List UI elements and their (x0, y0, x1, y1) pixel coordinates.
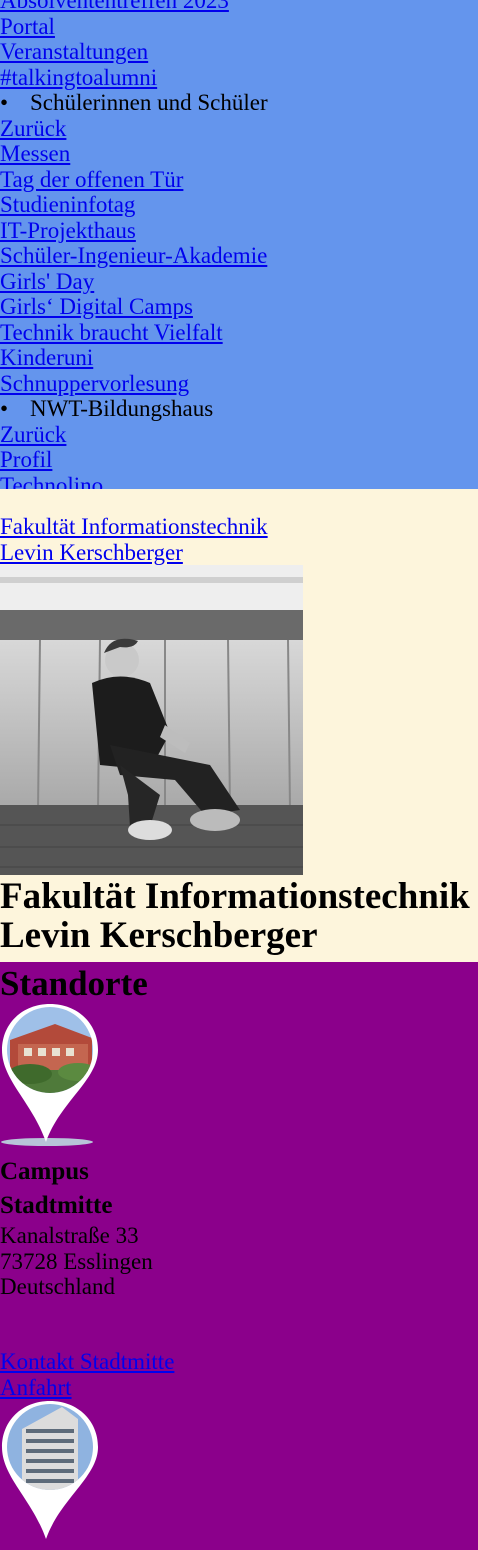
contact-stadtmitte-link[interactable]: Kontakt Stadtmitte (0, 1349, 174, 1375)
bullet-icon: • (0, 90, 9, 115)
breadcrumb: Fakultät Informationstechnik Levin Kersc… (0, 514, 268, 565)
nav-link[interactable]: Profil (0, 447, 478, 473)
nav-link[interactable]: Messen (0, 141, 478, 167)
navigation-menu: Absolvententreffen 2023 Portal Veranstaltu… (0, 0, 478, 489)
campus-links: Kontakt Stadtmitte Anfahrt (0, 1349, 174, 1400)
nav-link[interactable]: Tag der offenen Tür (0, 167, 478, 193)
breadcrumb-person-link[interactable]: Levin Kerschberger (0, 540, 268, 566)
nav-link[interactable]: Kinderuni (0, 345, 478, 371)
profile-heading: Fakultät Informationstechnik Levin Kersc… (0, 877, 470, 955)
campus-address: Kanalstraße 33 73728 Esslingen Deutschla… (0, 1223, 153, 1300)
profile-heading-name: Levin Kerschberger (0, 915, 318, 956)
address-street: Kanalstraße 33 (0, 1223, 139, 1248)
campus-name: Campus Stadtmitte (0, 1158, 113, 1219)
navigation-list: Absolvententreffen 2023 Portal Veranstaltu… (0, 0, 478, 489)
nav-section-label: Schülerinnen und Schüler (30, 90, 268, 115)
nav-section-label: NWT-Bildungshaus (30, 396, 214, 421)
nav-section-heading: • NWT-Bildungshaus (0, 396, 478, 422)
address-city: 73728 Esslingen (0, 1248, 153, 1274)
nav-link[interactable]: Absolvententreffen 2023 (0, 0, 478, 14)
nav-link[interactable]: Girls‘ Digital Camps (0, 294, 478, 320)
nav-link[interactable]: IT-Projekthaus (0, 218, 478, 244)
nav-link[interactable]: Technolino (0, 473, 478, 490)
profile-hero: Fakultät Informationstechnik Levin Kersc… (0, 489, 478, 962)
locations-section: Standorte Campus Stadtmitte Kanalstraße … (0, 962, 478, 1539)
nav-link[interactable]: Veranstaltungen (0, 39, 478, 65)
nav-link[interactable]: Technik braucht Vielfalt (0, 320, 478, 346)
profile-photo (0, 565, 303, 875)
profile-heading-faculty: Fakultät Informationstechnik (0, 876, 470, 917)
bullet-icon: • (0, 396, 9, 421)
nav-link[interactable]: Schüler-Ingenieur-Akademie (0, 243, 478, 269)
directions-link[interactable]: Anfahrt (0, 1375, 174, 1401)
nav-link[interactable]: Portal (0, 14, 478, 40)
address-country: Deutschland (0, 1274, 115, 1299)
campus-stadtmitte-pin-icon (0, 1002, 100, 1147)
nav-link[interactable]: Zurück (0, 116, 478, 142)
nav-link[interactable]: #talkingtoalumni (0, 65, 478, 91)
second-campus-pin-icon (0, 1399, 100, 1544)
nav-link[interactable]: Girls' Day (0, 269, 478, 295)
nav-section-heading: • Schülerinnen und Schüler (0, 90, 478, 116)
nav-link[interactable]: Studieninfotag (0, 192, 478, 218)
nav-link[interactable]: Zurück (0, 422, 478, 448)
breadcrumb-faculty-link[interactable]: Fakultät Informationstechnik (0, 514, 268, 540)
locations-title: Standorte (0, 964, 148, 1003)
nav-link[interactable]: Schnuppervorlesung (0, 371, 478, 397)
